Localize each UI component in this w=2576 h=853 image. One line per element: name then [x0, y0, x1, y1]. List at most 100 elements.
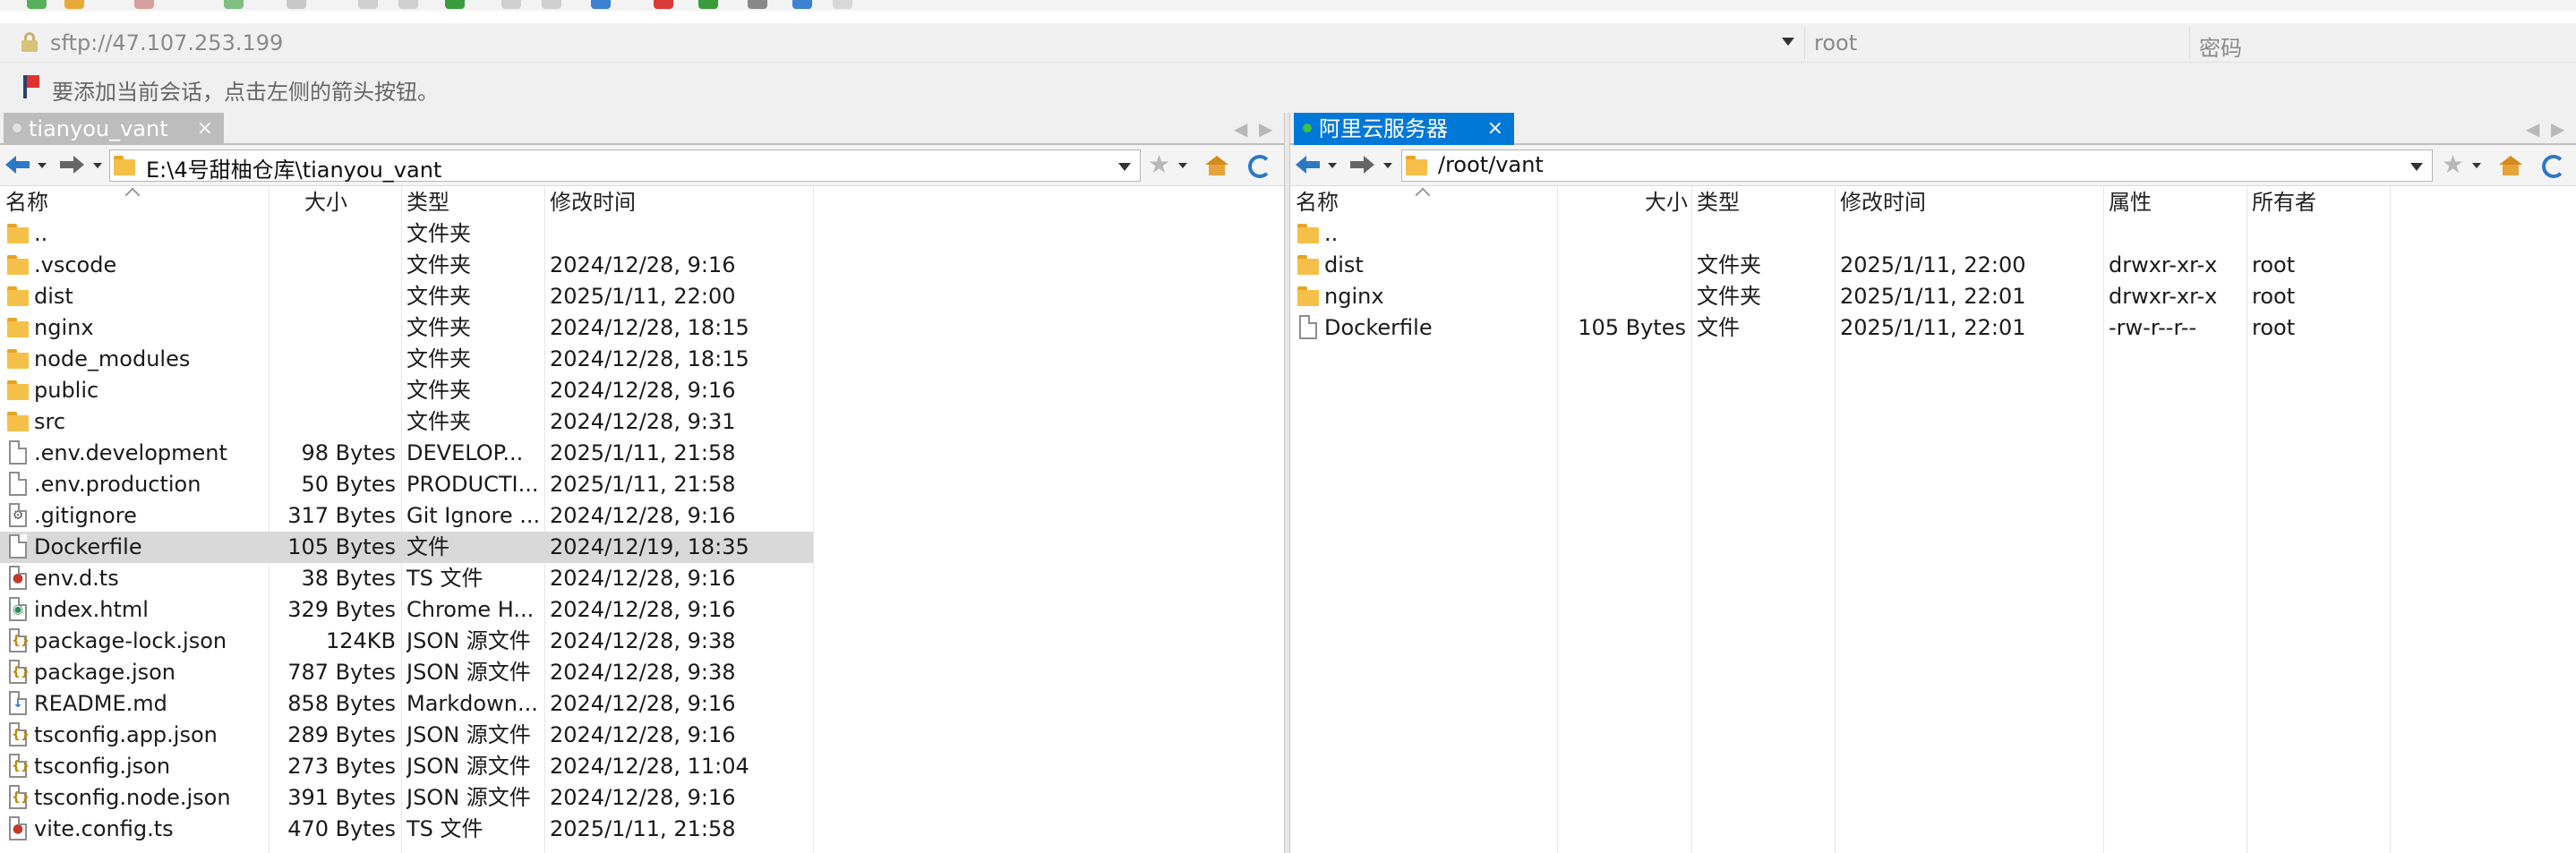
tab-scroll-left-icon[interactable]: ◀: [2526, 118, 2539, 140]
address-dropdown-icon[interactable]: [1782, 38, 1794, 46]
info-icon[interactable]: [792, 0, 812, 9]
pane-splitter[interactable]: [1284, 113, 1290, 853]
file-name: public: [34, 378, 99, 403]
file-row[interactable]: src 文件夹 2024/12/28, 9:31: [0, 406, 1284, 438]
local-path-input[interactable]: E:\4号甜柚仓库\tianyou_vant: [109, 149, 1141, 183]
bookmark-dropdown-icon[interactable]: [2472, 163, 2481, 168]
path-dropdown-icon[interactable]: [1118, 163, 1131, 171]
file-row[interactable]: {} tsconfig.node.json 391 Bytes JSON 源文件 202…: [0, 782, 1284, 814]
json-file-icon: {}: [9, 722, 30, 746]
home-folder-icon[interactable]: [1205, 156, 1228, 175]
column-header-type[interactable]: 类型: [407, 186, 449, 218]
file-row[interactable]: {} tsconfig.json 273 Bytes JSON 源文件 2024/12/…: [0, 751, 1284, 782]
file-modified: 2025/1/11, 22:01: [1840, 315, 2026, 340]
remote-path-input[interactable]: /root/vant: [1401, 149, 2433, 182]
file-row[interactable]: ● vite.config.ts 470 Bytes TS 文件 2025/1/11, …: [0, 814, 1284, 845]
file-row[interactable]: dist 文件夹 2025/1/11, 22:00 drwxr-xr-x root: [1290, 250, 2576, 281]
tab-scroll-left-icon[interactable]: ◀: [1234, 118, 1247, 140]
file-modified: 2024/12/28, 9:16: [550, 378, 736, 403]
column-header-modified[interactable]: 修改时间: [550, 186, 636, 218]
file-size: 858 Bytes: [287, 691, 396, 716]
disconnect-icon[interactable]: [134, 0, 154, 9]
sync-icon[interactable]: [445, 0, 465, 9]
file-row[interactable]: dist 文件夹 2025/1/11, 22:00: [0, 281, 1284, 312]
settings-green-icon[interactable]: [224, 0, 244, 9]
file-row[interactable]: Dockerfile 105 Bytes 文件 2024/12/19, 18:35: [0, 532, 1284, 563]
forward-arrow-icon[interactable]: [59, 154, 84, 175]
file-row[interactable]: {} tsconfig.app.json 289 Bytes JSON 源文件 2024…: [0, 720, 1284, 751]
password-field[interactable]: 密码: [2199, 30, 2242, 62]
file-row[interactable]: node_modules 文件夹 2024/12/28, 18:15: [0, 344, 1284, 375]
tab-scroll-right-icon[interactable]: ▶: [1259, 118, 1272, 140]
file-icon: [9, 440, 27, 465]
column-header-type[interactable]: 类型: [1697, 186, 1740, 218]
tab-scroll-right-icon[interactable]: ▶: [2551, 118, 2564, 140]
flag-icon[interactable]: [23, 75, 39, 98]
column-header-owner[interactable]: 所有者: [2252, 186, 2316, 218]
compare-icon[interactable]: [501, 0, 521, 9]
forward-arrow-icon[interactable]: [1349, 154, 1374, 175]
refresh-icon[interactable]: [1248, 155, 1271, 178]
file-row[interactable]: .. 文件夹: [0, 218, 1284, 250]
file-row[interactable]: nginx 文件夹 2025/1/11, 22:01 drwxr-xr-x root: [1290, 281, 2576, 312]
file-size: [269, 375, 396, 406]
file-type: 文件夹: [407, 221, 471, 246]
back-arrow-icon[interactable]: [5, 154, 30, 175]
file-row[interactable]: ◉ index.html 329 Bytes Chrome H... 2024/12/2…: [0, 594, 1284, 626]
back-arrow-icon[interactable]: [1296, 154, 1321, 175]
path-dropdown-icon[interactable]: [2410, 163, 2423, 171]
tab-local[interactable]: tianyou_vant ×: [4, 113, 224, 145]
forward-history-dropdown-icon[interactable]: [93, 163, 102, 168]
file-row[interactable]: ⚙ .gitignore 317 Bytes Git Ignore ... 2024/1…: [0, 500, 1284, 532]
back-history-dropdown-icon[interactable]: [1328, 163, 1337, 168]
file-row[interactable]: ● env.d.ts 38 Bytes TS 文件 2024/12/28, 9:16: [0, 563, 1284, 594]
tab-remote[interactable]: 阿里云服务器 ×: [1294, 113, 1514, 145]
file-type: 文件夹: [407, 346, 471, 371]
username-field[interactable]: root: [1814, 30, 1857, 55]
gear-icon[interactable]: [748, 0, 767, 9]
refresh-icon[interactable]: [2542, 155, 2565, 178]
file-row[interactable]: {} package.json 787 Bytes JSON 源文件 2024/12/2…: [0, 657, 1284, 688]
bookmark-dropdown-icon[interactable]: [1178, 163, 1187, 168]
file-row[interactable]: Dockerfile 105 Bytes 文件 2025/1/11, 22:01 -rw…: [1290, 312, 2576, 344]
file-row[interactable]: {} package-lock.json 124KB JSON 源文件 2024/12/…: [0, 626, 1284, 657]
new-session-icon[interactable]: [27, 0, 47, 9]
bookmark-star-icon[interactable]: ★: [1148, 152, 1170, 177]
file-row[interactable]: nginx 文件夹 2024/12/28, 18:15: [0, 312, 1284, 344]
file-size: [269, 406, 396, 438]
address-input[interactable]: sftp://47.107.253.199: [50, 30, 283, 55]
column-header-size[interactable]: 大小: [1645, 186, 1688, 218]
column-header-name[interactable]: 名称: [1296, 186, 1339, 218]
forward-history-dropdown-icon[interactable]: [1383, 163, 1392, 168]
globe-icon[interactable]: [591, 0, 611, 9]
chat-icon[interactable]: [833, 0, 852, 9]
field-separator: [1804, 27, 1805, 59]
script-icon[interactable]: [698, 0, 718, 9]
file-modified: 2024/12/28, 9:16: [550, 691, 736, 716]
folder-icon: [1406, 156, 1427, 175]
file-row[interactable]: .env.development 98 Bytes DEVELOP... 2025/1…: [0, 438, 1284, 469]
file-row[interactable]: ..: [1290, 218, 2576, 250]
close-icon[interactable]: ×: [197, 113, 213, 145]
column-header-size[interactable]: 大小: [304, 186, 347, 218]
column-header-modified[interactable]: 修改时间: [1840, 186, 1926, 218]
paste-icon[interactable]: [398, 0, 418, 9]
queue-icon[interactable]: [542, 0, 561, 9]
file-row[interactable]: ↓ README.md 858 Bytes Markdown... 2024/12/28…: [0, 688, 1284, 720]
file-row[interactable]: .env.production 50 Bytes PRODUCTI... 2025/1…: [0, 469, 1284, 500]
column-header-attributes[interactable]: 属性: [2109, 186, 2152, 218]
back-history-dropdown-icon[interactable]: [38, 163, 47, 168]
file-size: 124KB: [325, 628, 396, 653]
close-icon[interactable]: ×: [1487, 113, 1503, 145]
file-row[interactable]: .vscode 文件夹 2024/12/28, 9:16: [0, 250, 1284, 281]
column-header-name[interactable]: 名称: [5, 186, 48, 218]
bookmark-star-icon[interactable]: ★: [2442, 152, 2464, 177]
record-icon[interactable]: [654, 0, 673, 9]
file-modified: 2024/12/28, 9:16: [550, 566, 736, 591]
home-folder-icon[interactable]: [2499, 156, 2522, 175]
file-row[interactable]: public 文件夹 2024/12/28, 9:16: [0, 375, 1284, 406]
transfer-icon[interactable]: [287, 0, 306, 9]
copy-icon[interactable]: [358, 0, 378, 9]
open-folder-icon[interactable]: [64, 0, 84, 9]
tab-status-dot: [13, 124, 21, 132]
